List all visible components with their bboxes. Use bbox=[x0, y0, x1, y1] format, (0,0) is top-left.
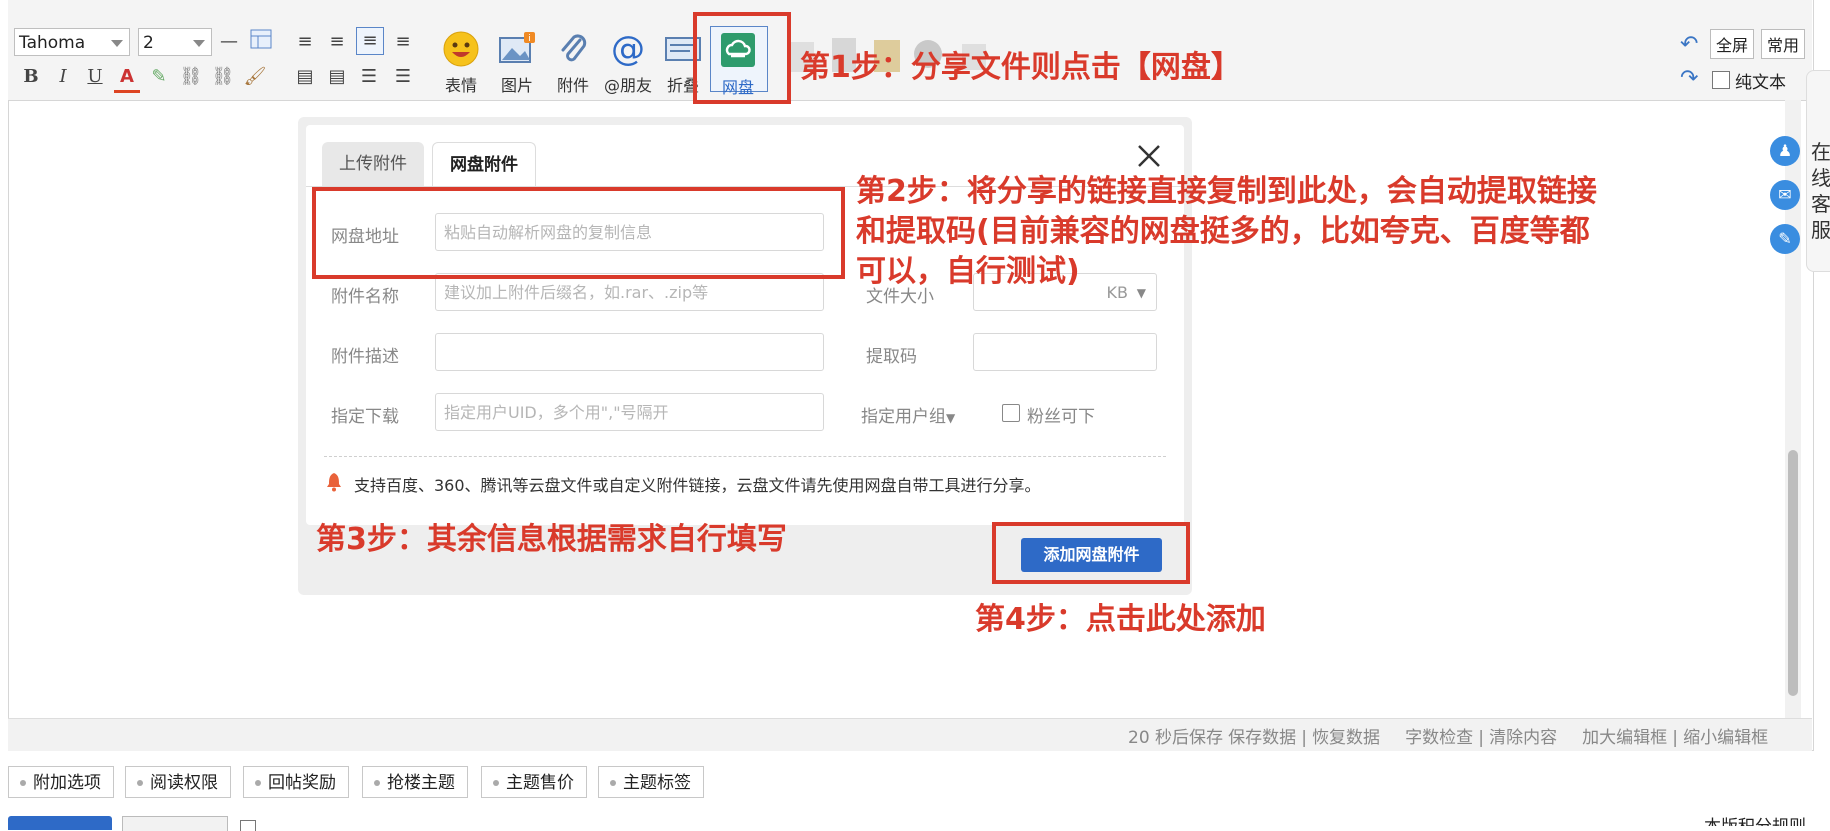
step2-annotation-line3: 可以，自行测试) bbox=[856, 254, 1080, 289]
link-icon[interactable]: ⛓ bbox=[178, 64, 204, 90]
save-data-link[interactable]: 保存数据 bbox=[1228, 728, 1296, 748]
horizontal-rule-icon[interactable]: — bbox=[216, 29, 242, 55]
align-justify-icon[interactable]: ≡ bbox=[324, 29, 350, 55]
paperclip-icon bbox=[554, 30, 592, 68]
separator: | bbox=[1301, 728, 1307, 748]
fans-label: 粉丝可下 bbox=[1027, 407, 1095, 427]
step4-highlight-box bbox=[992, 522, 1190, 584]
mention-button[interactable]: @ @朋友 bbox=[600, 30, 656, 96]
separator: | bbox=[1672, 728, 1678, 748]
align-center-icon[interactable]: ≡ bbox=[356, 27, 384, 55]
ordered-list-icon[interactable]: ☰ bbox=[356, 64, 382, 90]
image-icon: i bbox=[498, 30, 536, 68]
underline-icon[interactable]: U bbox=[82, 64, 108, 90]
option-read-permission[interactable]: 阅读权限 bbox=[125, 766, 231, 798]
message-icon[interactable]: ✉ bbox=[1770, 180, 1800, 210]
edit-icon[interactable]: ✎ bbox=[1770, 224, 1800, 254]
at-icon: @ bbox=[611, 29, 645, 69]
step2-annotation-line2: 和提取码(目前兼容的网盘挺多的，比如夸克、百度等都 bbox=[856, 214, 1590, 249]
attachment-name-label: 附件名称 bbox=[331, 287, 399, 307]
option-reply-reward[interactable]: 回帖奖励 bbox=[243, 766, 349, 798]
image-label: 图片 bbox=[500, 76, 533, 95]
mention-label: @朋友 bbox=[603, 76, 652, 95]
step2-annotation-line1: 第2步：将分享的链接直接复制到此处，会自动提取链接 bbox=[856, 174, 1597, 209]
font-size-select[interactable]: 2 bbox=[138, 28, 212, 56]
step3-annotation: 第3步：其余信息根据需求自行填写 bbox=[316, 522, 787, 557]
attachment-button[interactable]: 附件 bbox=[546, 30, 600, 96]
italic-icon[interactable]: I bbox=[50, 64, 76, 90]
download-uid-input[interactable]: 指定用户UID，多个用","号隔开 bbox=[435, 393, 824, 431]
close-icon[interactable] bbox=[1135, 142, 1163, 170]
clear-content-link[interactable]: 清除内容 bbox=[1489, 728, 1557, 748]
fans-checkbox[interactable] bbox=[1002, 404, 1020, 422]
tab-pan-attachment[interactable]: 网盘附件 bbox=[432, 142, 536, 187]
preview-button[interactable] bbox=[122, 816, 228, 831]
step1-annotation: 第1步：分享文件则点击【网盘】 bbox=[800, 50, 1241, 85]
font-family-select[interactable]: Tahoma bbox=[14, 28, 130, 56]
emoji-button[interactable]: 表情 bbox=[434, 30, 488, 96]
float-right-icon[interactable]: ▤ bbox=[324, 64, 350, 90]
autosave-countdown: 20 秒后保存 bbox=[1128, 728, 1224, 748]
step4-annotation: 第4步：点击此处添加 bbox=[975, 602, 1266, 637]
align-right-icon[interactable]: ≡ bbox=[390, 29, 416, 55]
plain-text-checkbox[interactable] bbox=[1712, 71, 1730, 89]
user-group-label: 指定用户组 bbox=[861, 407, 946, 427]
shrink-editor-link[interactable]: 缩小编辑框 bbox=[1683, 728, 1768, 748]
attachment-label: 附件 bbox=[556, 76, 589, 95]
chevron-down-icon: ▼ bbox=[946, 411, 956, 425]
extract-code-label: 提取码 bbox=[866, 347, 917, 367]
chevron-down-icon: ▼ bbox=[1136, 286, 1146, 300]
separator: | bbox=[1478, 728, 1484, 748]
notice-text: 支持百度、360、腾讯等云盘文件或自定义附件链接，云盘文件请先使用网盘自带工具进… bbox=[354, 476, 1041, 495]
emoji-label: 表情 bbox=[444, 76, 477, 95]
editor-scrollbar-thumb[interactable] bbox=[1788, 450, 1798, 696]
svg-text:i: i bbox=[528, 34, 531, 44]
fullscreen-button[interactable]: 全屏 bbox=[1710, 29, 1755, 59]
common-button[interactable]: 常用 bbox=[1761, 29, 1806, 59]
plain-text-label: 纯文本 bbox=[1735, 73, 1786, 93]
online-service-panel[interactable]: 在线客服 bbox=[1806, 70, 1830, 272]
font-color-icon[interactable]: A bbox=[114, 64, 140, 93]
attachment-desc-label: 附件描述 bbox=[331, 347, 399, 367]
attachment-desc-input[interactable] bbox=[435, 333, 824, 371]
clear-format-icon[interactable]: 🖌 bbox=[242, 64, 268, 90]
tab-upload-attachment[interactable]: 上传附件 bbox=[322, 142, 424, 186]
submit-button[interactable] bbox=[8, 816, 112, 830]
user-service-icon[interactable]: ♟ bbox=[1770, 136, 1800, 166]
option-extra[interactable]: 附加选项 bbox=[8, 766, 114, 798]
restore-data-link[interactable]: 恢复数据 bbox=[1312, 728, 1380, 748]
bell-icon bbox=[326, 472, 342, 492]
forum-rules-link[interactable]: 本版积分规则 bbox=[1704, 812, 1806, 826]
font-family-value: Tahoma bbox=[19, 33, 86, 53]
option-thread-price[interactable]: 主题售价 bbox=[481, 766, 587, 798]
file-size-unit: KB bbox=[1106, 283, 1128, 302]
smiley-icon bbox=[442, 30, 480, 68]
dashed-divider bbox=[324, 456, 1166, 457]
font-size-value: 2 bbox=[143, 33, 154, 53]
step2-highlight-box bbox=[312, 187, 845, 279]
unlink-icon[interactable]: ⛓ bbox=[210, 64, 236, 90]
step1-highlight-box bbox=[693, 12, 791, 104]
option-thread-tags[interactable]: 主题标签 bbox=[598, 766, 704, 798]
download-label: 指定下载 bbox=[331, 407, 399, 427]
enlarge-editor-link[interactable]: 加大编辑框 bbox=[1582, 728, 1667, 748]
bold-icon[interactable]: B bbox=[18, 64, 44, 90]
unordered-list-icon[interactable]: ☰ bbox=[390, 64, 416, 90]
option-floor-grab[interactable]: 抢楼主题 bbox=[362, 766, 468, 798]
background-color-icon[interactable]: ✎ bbox=[146, 64, 172, 90]
statusbar-links: 20 秒后保存 保存数据 | 恢复数据 字数检查 | 清除内容 加大编辑框 | … bbox=[1128, 723, 1768, 748]
float-left-icon[interactable]: ▤ bbox=[292, 64, 318, 90]
table-icon[interactable] bbox=[248, 29, 274, 55]
align-left-icon[interactable]: ≡ bbox=[292, 29, 318, 55]
extract-code-input[interactable] bbox=[973, 333, 1157, 371]
redo-icon[interactable]: ↷ bbox=[1680, 66, 1698, 91]
undo-icon[interactable]: ↶ bbox=[1680, 32, 1698, 57]
user-group-select[interactable]: 指定用户组▼ bbox=[861, 402, 955, 427]
word-count-link[interactable]: 字数检查 bbox=[1405, 728, 1473, 748]
online-service-label: 在线客服 bbox=[1811, 140, 1830, 242]
image-button[interactable]: i 图片 bbox=[490, 30, 544, 96]
